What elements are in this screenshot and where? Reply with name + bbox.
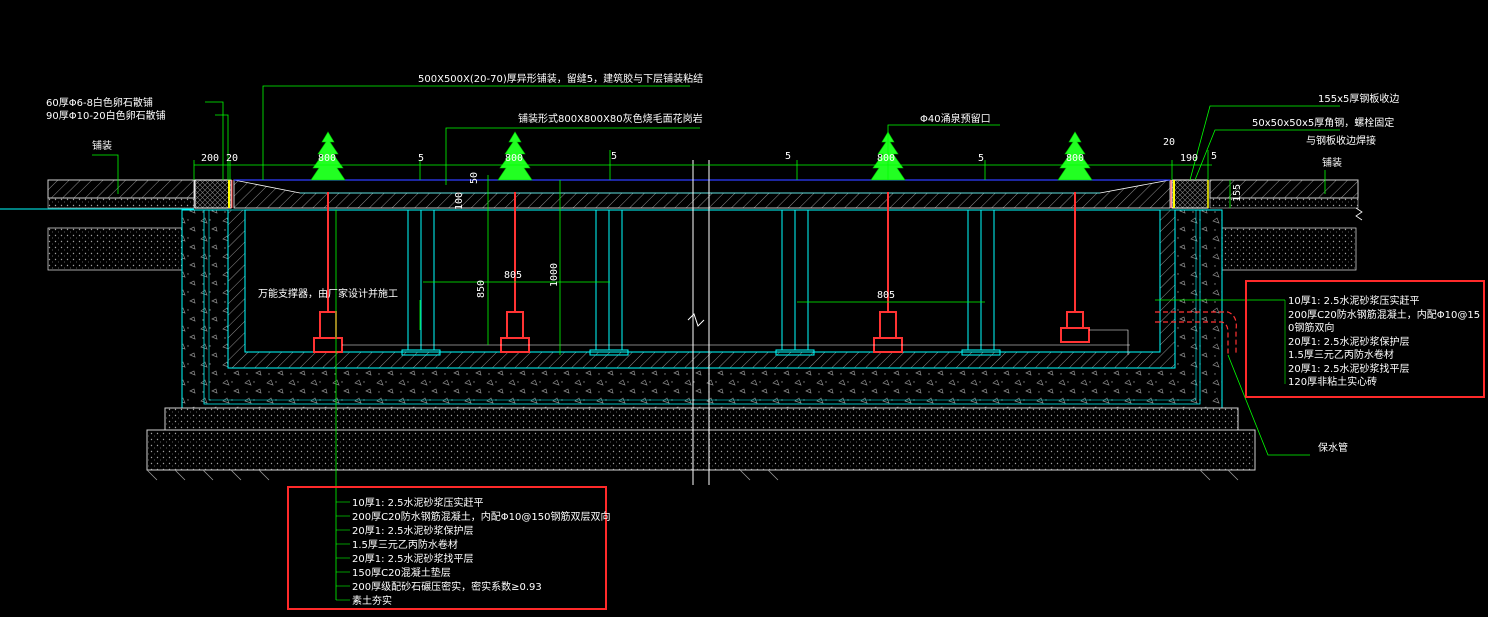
right-layer-5: 1.5厚三元乙丙防水卷材 bbox=[1288, 348, 1394, 361]
right-layer-1: 10厚1: 2.5水泥砂浆压实赶平 bbox=[1288, 294, 1420, 307]
bottom-layer-7: 200厚级配砂石碾压密实，密实系数≥0.93 bbox=[352, 580, 542, 593]
right-layer-7: 120厚非粘土实心砖 bbox=[1288, 375, 1377, 388]
granite-slab bbox=[233, 179, 1171, 209]
bottom-layer-5: 20厚1: 2.5水泥砂浆找平层 bbox=[352, 552, 474, 565]
dim-800-4: 800 bbox=[1066, 153, 1084, 164]
dim-850: 850 bbox=[476, 280, 487, 298]
dim-800-3: 800 bbox=[877, 153, 895, 164]
annot-top-paving: 500X500X(20-70)厚异形铺装，留缝5，建筑胶与下层铺装粘结 bbox=[418, 72, 703, 85]
right-layer-6: 20厚1: 2.5水泥砂浆找平层 bbox=[1288, 362, 1410, 375]
right-layer-3: 0钢筋双向 bbox=[1288, 321, 1334, 334]
annot-stone-2: 90厚Φ10-20白色卵石散铺 bbox=[46, 109, 166, 122]
dim-5-4: 5 bbox=[978, 153, 984, 164]
dim-1000: 1000 bbox=[549, 263, 560, 287]
ground-left bbox=[0, 179, 195, 271]
annot-drain-pipe: 保水管 bbox=[1318, 441, 1348, 454]
bottom-layer-6: 150厚C20混凝土垫层 bbox=[352, 566, 451, 579]
dim-5-right: 5 bbox=[1211, 151, 1217, 162]
annot-fountain-nozzle: Φ40涌泉预留口 bbox=[920, 112, 991, 125]
annot-angle-steel-1: 50x50x50x5厚角钢，螺栓固定 bbox=[1252, 116, 1394, 129]
bottom-layer-4: 1.5厚三元乙丙防水卷材 bbox=[352, 538, 458, 551]
dim-805-2: 805 bbox=[877, 290, 895, 301]
annot-stone-1: 60厚Φ6-8白色卵石散铺 bbox=[46, 96, 153, 109]
bottom-layer-3: 20厚1: 2.5水泥砂浆保护层 bbox=[352, 524, 474, 537]
stone-edge-left bbox=[194, 179, 232, 209]
bottom-layer-2: 200厚C20防水钢筋混凝土，内配Φ10@150钢筋双层双向 bbox=[352, 510, 610, 523]
dim-155: 155 bbox=[1232, 184, 1243, 202]
dim-5-2: 5 bbox=[611, 151, 617, 162]
dim-800-2: 800 bbox=[505, 153, 523, 164]
bottom-layer-1: 10厚1: 2.5水泥砂浆压实赶平 bbox=[352, 496, 484, 509]
dim-805-1: 805 bbox=[504, 270, 522, 281]
dim-20-right: 20 bbox=[1163, 137, 1175, 148]
dim-5-3: 5 bbox=[785, 151, 791, 162]
stone-edge-right bbox=[1171, 179, 1209, 209]
annot-angle-steel-2: 与钢板收边焊接 bbox=[1306, 134, 1376, 147]
dim-190: 190 bbox=[1180, 153, 1198, 164]
drawing-svg: 500X500X(20-70)厚异形铺装，留缝5，建筑胶与下层铺装粘结 铺装形式… bbox=[0, 72, 1485, 610]
dim-50: 50 bbox=[469, 172, 480, 184]
dim-200: 200 bbox=[201, 153, 219, 164]
right-layer-2: 200厚C20防水钢筋混凝土，内配Φ10@15 bbox=[1288, 308, 1480, 321]
right-layers-list: 10厚1: 2.5水泥砂浆压实赶平 200厚C20防水钢筋混凝土，内配Φ10@1… bbox=[1288, 294, 1480, 388]
dim-5-1: 5 bbox=[418, 153, 424, 164]
dim-20-left: 20 bbox=[226, 153, 238, 164]
dim-800-1: 800 bbox=[318, 153, 336, 164]
cad-section-drawing: 500X500X(20-70)厚异形铺装，留缝5，建筑胶与下层铺装粘结 铺装形式… bbox=[0, 0, 1488, 617]
right-layer-4: 20厚1: 2.5水泥砂浆保护层 bbox=[1288, 335, 1410, 348]
annot-granite: 铺装形式800X800X80灰色烧毛面花岗岩 bbox=[518, 112, 703, 125]
dim-100: 100 bbox=[454, 192, 465, 210]
bottom-layers-list: 10厚1: 2.5水泥砂浆压实赶平 200厚C20防水钢筋混凝土，内配Φ10@1… bbox=[352, 496, 610, 607]
annot-pedestal: 万能支撑器，由厂家设计并施工 bbox=[258, 287, 398, 300]
annot-steel-plate: 155x5厚钢板收边 bbox=[1318, 92, 1399, 105]
bottom-layer-8: 素土夯实 bbox=[352, 594, 392, 607]
annot-paving-left: 铺装 bbox=[92, 139, 112, 152]
spray-icons bbox=[310, 131, 1093, 181]
annot-paving-right: 铺装 bbox=[1322, 156, 1342, 169]
